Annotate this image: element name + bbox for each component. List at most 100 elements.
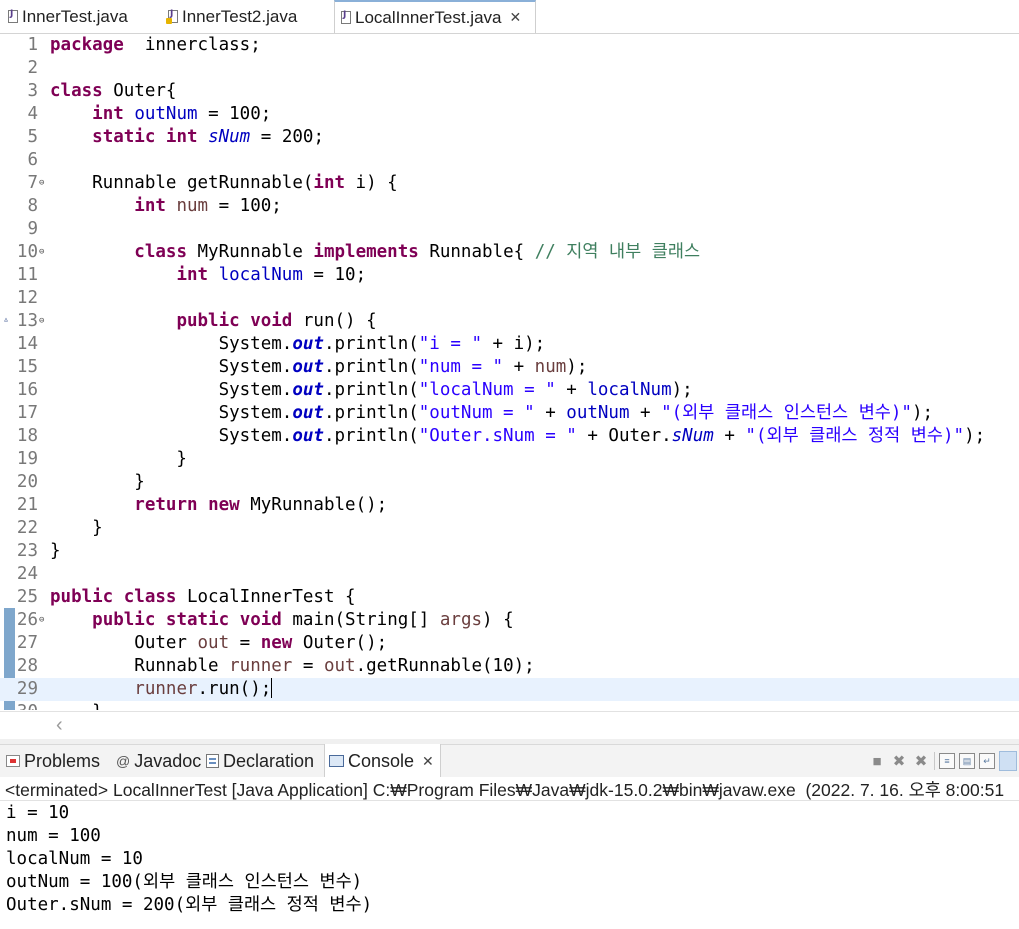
code-token: int: [165, 127, 198, 147]
code-token: int: [92, 104, 124, 124]
code-line[interactable]: 9: [0, 218, 1019, 241]
code-line[interactable]: 5 static int sNum = 200;: [0, 126, 1019, 149]
tab-declaration[interactable]: Declaration: [206, 745, 314, 777]
code-line[interactable]: 12: [0, 287, 1019, 310]
line-number: 16: [16, 380, 38, 400]
code-token: void: [239, 610, 282, 630]
code-line[interactable]: 4 int outNum = 100;: [0, 103, 1019, 126]
code-line[interactable]: 30 }: [0, 701, 1019, 710]
code-token: outNum: [134, 104, 198, 124]
code-text: System.out.println("outNum = " + outNum …: [50, 402, 933, 425]
close-icon[interactable]: ✕: [422, 753, 434, 770]
code-line[interactable]: 21 return new MyRunnable();: [0, 494, 1019, 517]
remove-launch-icon[interactable]: ✖: [890, 752, 908, 770]
code-line[interactable]: 19 }: [0, 448, 1019, 471]
code-token: run() {: [292, 311, 377, 331]
code-token: .getRunnable(10);: [355, 656, 535, 676]
tab-javadoc[interactable]: @ Javadoc: [116, 745, 201, 777]
code-line[interactable]: 13 ▵ ⊖ public void run() {: [0, 310, 1019, 333]
fold-toggle-icon[interactable]: ⊖: [39, 172, 44, 195]
code-token: runner: [134, 679, 198, 699]
panel-tab-bar: Problems @ Javadoc Declaration Console ✕…: [0, 744, 1019, 778]
clear-console-icon[interactable]: ≡: [939, 753, 955, 769]
code-line[interactable]: 23}: [0, 540, 1019, 563]
code-token: System.: [50, 426, 293, 446]
code-editor[interactable]: 1 package innerclass; 2 3 class Outer{4 int …: [0, 34, 1019, 710]
remove-all-terminated-icon[interactable]: ✖: [912, 752, 930, 770]
code-token: +: [713, 426, 746, 446]
code-token: num: [534, 357, 567, 377]
code-line[interactable]: 25 public class LocalInnerTest {: [0, 586, 1019, 609]
code-token: .println(: [323, 334, 419, 354]
close-icon[interactable]: ✕: [509, 9, 521, 26]
code-token: localNum: [218, 265, 303, 285]
console-launch-status: <terminated> LocalInnerTest [Java Applic…: [0, 777, 1019, 801]
code-token: args: [439, 610, 483, 630]
code-token: );: [911, 403, 934, 423]
code-line[interactable]: 16 System.out.println("localNum = " + lo…: [0, 379, 1019, 402]
console-output-line: i = 10: [6, 803, 70, 823]
console-toolbar: ■ ✖ ✖ ≡ ▤ ↵: [868, 745, 1019, 777]
tab-console[interactable]: Console ✕: [324, 744, 441, 778]
java-file-icon: [341, 10, 351, 24]
code-token: .println(: [323, 426, 419, 446]
code-line[interactable]: 7 ⊖ Runnable getRunnable(int i) {: [0, 172, 1019, 195]
scroll-left-icon[interactable]: ‹: [56, 714, 63, 737]
word-wrap-icon[interactable]: ↵: [979, 753, 995, 769]
code-token: out: [292, 380, 324, 400]
code-token: "outNum = ": [418, 403, 535, 423]
scroll-lock-icon[interactable]: ▤: [959, 753, 975, 769]
code-line[interactable]: 2: [0, 57, 1019, 80]
show-console-icon[interactable]: [999, 751, 1017, 771]
fold-toggle-icon[interactable]: ⊖: [39, 241, 44, 264]
editor-tab-label: InnerTest2.java: [182, 6, 298, 26]
line-number: 3: [27, 81, 38, 101]
console-output[interactable]: i = 10 num = 100 localNum = 10 outNum = …: [0, 802, 1019, 929]
code-line[interactable]: 8 int num = 100;: [0, 195, 1019, 218]
code-token: new: [260, 633, 293, 653]
java-file-icon: [8, 9, 18, 23]
code-line[interactable]: 28 Runnable runner = out.getRunnable(10)…: [0, 655, 1019, 678]
code-line[interactable]: 6: [0, 149, 1019, 172]
fold-toggle-icon[interactable]: ⊖: [39, 609, 44, 632]
code-token: static: [92, 127, 156, 147]
editor-tab-innertest2[interactable]: InnerTest2.java: [166, 0, 330, 33]
code-line[interactable]: 11 int localNum = 10;: [0, 264, 1019, 287]
terminate-icon[interactable]: ■: [868, 753, 886, 770]
fold-toggle-icon[interactable]: ⊖: [39, 310, 44, 333]
editor-tab-innertest[interactable]: InnerTest.java: [8, 0, 156, 33]
code-token: out: [197, 633, 230, 653]
code-token: MyRunnable();: [239, 495, 388, 515]
code-line[interactable]: 20 }: [0, 471, 1019, 494]
code-line[interactable]: 15 System.out.println("num = " + num);: [0, 356, 1019, 379]
horizontal-scrollbar[interactable]: ‹: [0, 711, 1019, 740]
code-line[interactable]: 3 class Outer{: [0, 80, 1019, 103]
tab-problems[interactable]: Problems: [6, 745, 100, 777]
code-token: System.: [50, 403, 293, 423]
code-line[interactable]: 26 ⊖ public static void main(String[] arg…: [0, 609, 1019, 632]
console-output-line: Outer.sNum = 200(외부 클래스 정적 변수): [6, 895, 373, 915]
code-line[interactable]: 22 }: [0, 517, 1019, 540]
code-token: "i = ": [418, 334, 482, 354]
code-line[interactable]: 14 System.out.println("i = " + i);: [0, 333, 1019, 356]
code-line[interactable]: 18 System.out.println("Outer.sNum = " + …: [0, 425, 1019, 448]
code-line[interactable]: 10 ⊖ class MyRunnable implements Runnable…: [0, 241, 1019, 264]
code-line[interactable]: 1 package innerclass;: [0, 34, 1019, 57]
code-token: Runnable: [50, 656, 230, 676]
code-token: int: [176, 265, 209, 285]
code-line[interactable]: 17 System.out.println("outNum = " + outN…: [0, 402, 1019, 425]
code-line[interactable]: 29 runner.run();: [0, 678, 1019, 701]
editor-tab-label: InnerTest.java: [22, 6, 128, 26]
code-line[interactable]: 27 Outer out = new Outer();: [0, 632, 1019, 655]
code-line[interactable]: 24: [0, 563, 1019, 586]
code-token: int: [134, 196, 166, 216]
code-token: );: [671, 380, 693, 400]
editor-tab-localinnertest[interactable]: LocalInnerTest.java ✕: [334, 0, 536, 33]
